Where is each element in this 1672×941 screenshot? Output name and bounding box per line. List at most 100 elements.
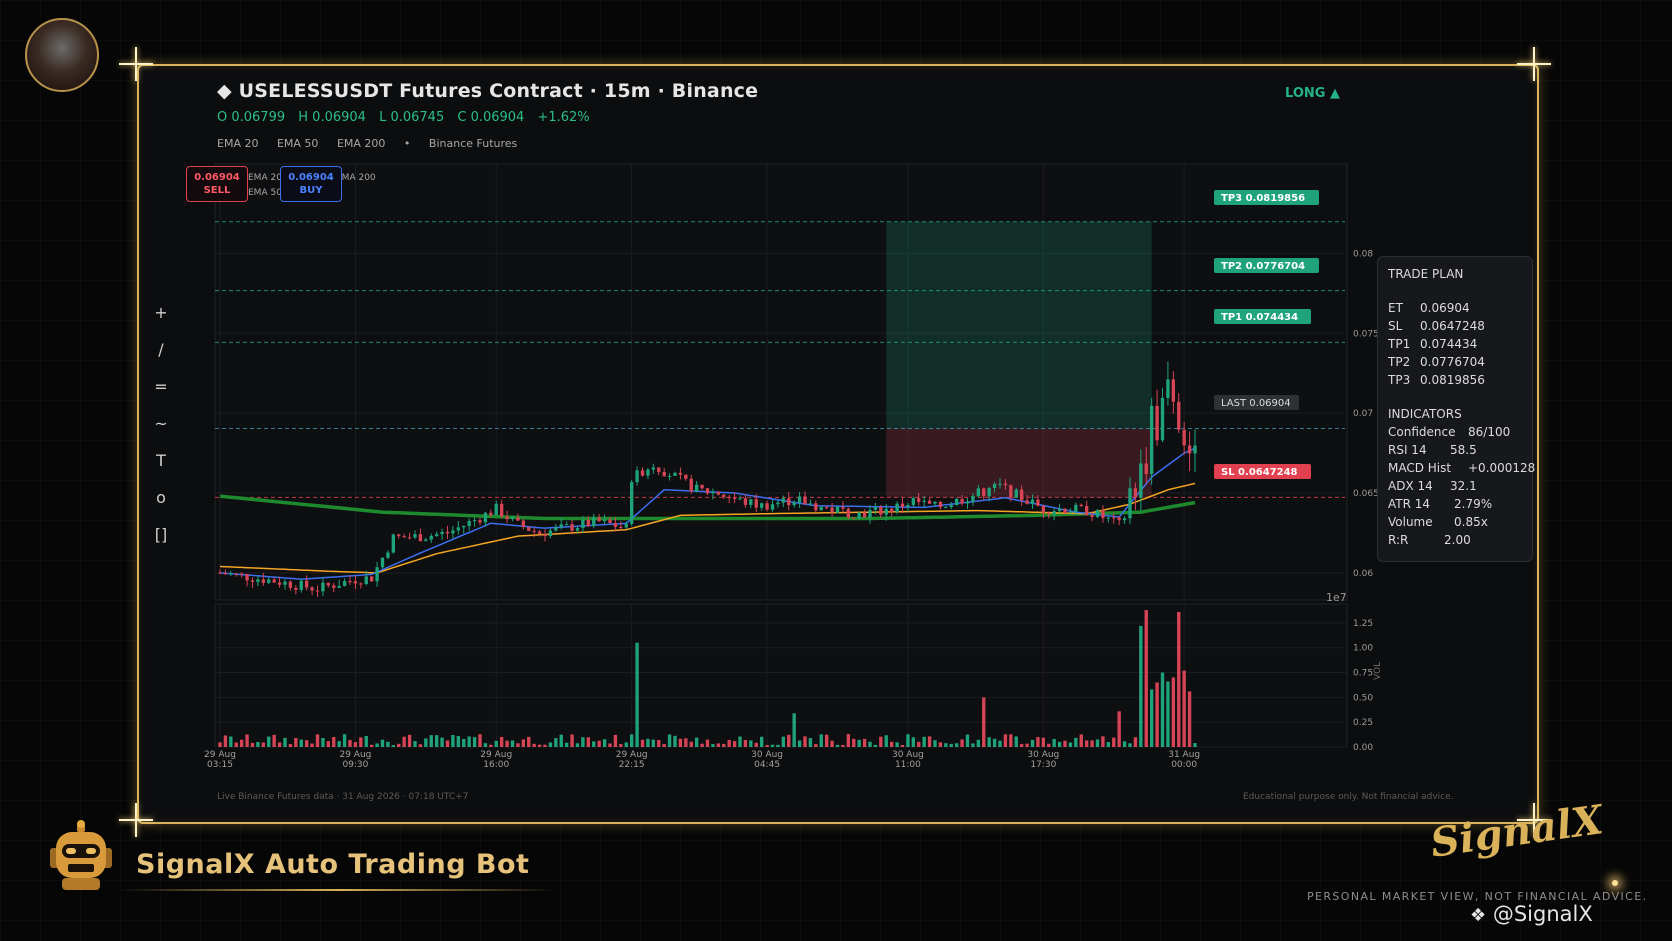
volume-bar — [402, 736, 406, 747]
volume-tick-label: 1.25 — [1353, 619, 1373, 629]
robot-mascot-icon — [50, 820, 112, 890]
volume-bar — [434, 735, 439, 747]
volume-bar — [1084, 740, 1089, 747]
volume-bar — [1019, 743, 1024, 747]
volume-bar — [862, 738, 867, 747]
volume-bar — [613, 734, 618, 747]
price-tick-label: 0.065 — [1353, 489, 1379, 499]
volume-bar — [846, 734, 851, 747]
volume-bar — [315, 734, 320, 747]
volume-bar — [722, 743, 726, 747]
candle-body — [933, 501, 937, 504]
candle-body — [1068, 511, 1073, 514]
buy-label: BUY — [299, 185, 323, 196]
candle-body — [429, 535, 433, 540]
candle-body — [494, 503, 498, 516]
volume-bar — [1041, 737, 1046, 747]
stop-loss-zone — [886, 428, 1152, 498]
candle-body — [369, 576, 374, 582]
time-tick-label: 30 Aug — [1027, 750, 1059, 760]
volume-bar — [223, 735, 228, 747]
volume-bar — [272, 734, 276, 747]
last-price-label: LAST 0.06904 — [1214, 395, 1299, 410]
volume-bar — [521, 739, 526, 747]
bot-brand-name: SignalX Auto Trading Bot — [136, 849, 530, 880]
candle-body — [277, 582, 282, 585]
volume-bar — [1106, 742, 1111, 747]
candle-body — [516, 517, 520, 521]
candle-body — [694, 484, 699, 492]
candle-body — [521, 520, 526, 528]
volume-bar — [992, 738, 997, 747]
volume-bar — [705, 739, 710, 747]
candle-body — [337, 585, 341, 588]
candle-body — [478, 520, 482, 523]
volume-bar — [944, 743, 948, 747]
volume-bar — [440, 737, 444, 747]
candle-body — [846, 508, 851, 518]
volume-bar — [776, 744, 780, 747]
volume-bar — [310, 743, 314, 747]
candle-body — [304, 580, 309, 588]
time-tick-label: 30 Aug — [751, 750, 783, 760]
candle-body — [868, 509, 872, 518]
volume-bar — [321, 738, 325, 747]
volume-bar — [619, 744, 623, 747]
volume-bar — [1009, 734, 1013, 747]
candle-body — [505, 516, 509, 520]
inner-legend-ema20: EMA 20 — [248, 173, 282, 183]
volume-bar — [852, 738, 856, 747]
volume-bar — [868, 741, 872, 747]
volume-bar — [283, 737, 287, 747]
candle-body — [608, 519, 612, 524]
volume-bar — [364, 735, 368, 747]
volume-bar — [429, 735, 433, 747]
candle-body — [982, 488, 986, 497]
trade-plan-title: TRADE PLAN — [1388, 267, 1464, 281]
candle-body — [711, 491, 715, 494]
candle-body — [1084, 505, 1089, 516]
volume-bar — [527, 736, 531, 747]
volume-bar — [689, 741, 693, 747]
volume-bar — [835, 744, 840, 747]
price-tick-label: 0.07 — [1353, 409, 1373, 419]
indicator-row: R:R 2.00 — [1388, 533, 1471, 547]
volume-bar — [749, 740, 753, 747]
volume-bar — [803, 736, 807, 747]
candle-body — [489, 512, 493, 516]
candle-body — [700, 484, 704, 489]
volume-bar — [678, 738, 683, 747]
candle-body — [348, 581, 352, 583]
candle-body — [1160, 397, 1165, 441]
volume-bar — [407, 734, 412, 747]
candle-body — [564, 524, 569, 526]
volume-bar — [294, 737, 298, 747]
candle-body — [613, 523, 618, 527]
volume-bar — [1128, 743, 1132, 747]
volume-bar — [554, 738, 558, 747]
volume-bar — [646, 738, 650, 747]
volume-bar — [1074, 737, 1078, 747]
candle-body — [906, 505, 910, 508]
volume-bar — [982, 697, 986, 747]
volume-bar — [684, 738, 688, 747]
candle-body — [976, 488, 981, 497]
volume-bar — [380, 739, 385, 747]
sl-label: SL 0.0647248 — [1214, 464, 1311, 479]
sell-price: 0.06904 — [194, 172, 240, 183]
plan-row: SL 0.0647248 — [1388, 319, 1485, 333]
candle-body — [673, 472, 677, 477]
buy-button[interactable]: 0.06904 BUY — [280, 166, 342, 202]
tp1-label: TP1 0.074434 — [1214, 309, 1311, 324]
candle-body — [532, 530, 536, 532]
candle-body — [646, 469, 650, 476]
volume-bar — [1057, 741, 1062, 747]
volume-bar — [218, 742, 222, 747]
plan-row: TP3 0.0819856 — [1388, 373, 1485, 387]
volume-bar — [889, 741, 894, 747]
candle-body — [889, 508, 894, 512]
candle-body — [1047, 512, 1051, 515]
volume-bar — [1182, 670, 1186, 747]
price-pane — [214, 163, 1348, 601]
sell-button[interactable]: 0.06904 SELL — [186, 166, 248, 202]
